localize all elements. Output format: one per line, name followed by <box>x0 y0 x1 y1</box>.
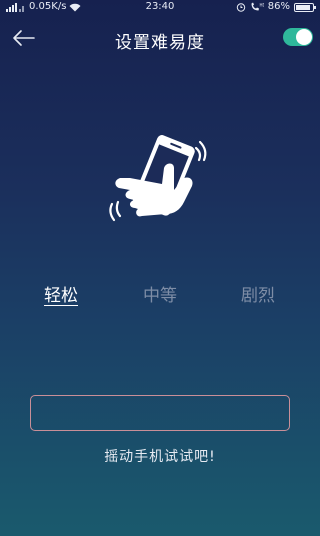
battery-icon <box>294 2 316 12</box>
difficulty-option-easy[interactable]: 轻松 <box>31 284 91 308</box>
difficulty-selector: 轻松 中等 剧烈 <box>0 284 320 310</box>
battery-percent: 86% <box>267 1 290 12</box>
difficulty-option-hard[interactable]: 剧烈 <box>228 284 288 308</box>
svg-text:HD: HD <box>259 3 264 8</box>
shake-phone-icon <box>104 128 216 238</box>
shake-prompt: 摇动手机试试吧! <box>104 449 216 465</box>
shake-result-box <box>30 395 290 431</box>
toggle-knob <box>296 29 312 45</box>
status-right: HD 86% <box>236 0 316 14</box>
alarm-icon <box>236 3 245 12</box>
page-title: 设置难易度 <box>115 33 205 53</box>
difficulty-option-medium[interactable]: 中等 <box>130 284 190 308</box>
status-bar: 0.05K/s 23:40 HD 86% <box>0 0 320 14</box>
shake-toggle[interactable] <box>283 28 313 46</box>
phone-hd-icon: HD <box>251 2 264 11</box>
